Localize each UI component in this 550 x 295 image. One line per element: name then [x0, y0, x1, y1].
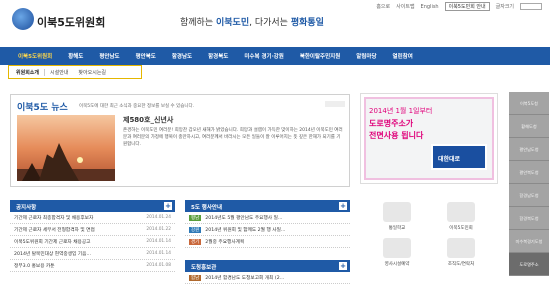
- quick-link[interactable]: 이북5도민회: [432, 200, 490, 240]
- list-item[interactable]: 평남 2014년도 5월 평안남도 주요행사 일...: [185, 212, 350, 224]
- news-title: 이북5도 뉴스: [17, 103, 68, 113]
- list-item[interactable]: 2014년 탈북민대상 현역중생입 기음... 2014.01.14: [10, 248, 175, 260]
- address-banner[interactable]: 2014년 1월 1일부터 도로명주소가 전면사용 됩니다 대한대로: [360, 93, 498, 184]
- more-icon[interactable]: +: [339, 262, 347, 270]
- event-title: 5도 행사안내: [191, 205, 223, 211]
- nav-item-hambuk[interactable]: 함경북도: [200, 52, 236, 60]
- news-image[interactable]: [17, 115, 115, 181]
- main-nav: 이북5도위원회 황해도 평안남도 평안북도 함경남도 함경북도 미수복 경기·강…: [0, 47, 550, 65]
- news-section: 이북5도 뉴스 이북5도에 대한 최근 소식과 중요한 정보를 보실 수 있습니…: [10, 94, 350, 187]
- sub-nav: 위원회소개 시설안내 찾아오시는길: [8, 65, 142, 79]
- notice-list: 공지사항 + 기간제 근로자 최종합격자 및 채용후보자 2014.01.24 기간…: [10, 200, 175, 295]
- nav-item-pyeongbuk[interactable]: 평안북도: [128, 52, 164, 60]
- english-link[interactable]: English: [421, 4, 439, 10]
- news-subtitle: 이북5도에 대한 최근 소식과 중요한 정보를 보실 수 있습니다.: [79, 104, 195, 109]
- nav-item-defector[interactable]: 북한이탈주민지원: [292, 52, 348, 60]
- subnav-directions[interactable]: 찾아오시는길: [73, 69, 111, 76]
- banner-line-3: 전면사용 됩니다: [369, 131, 424, 140]
- slogan: 함께하는 이북도민, 다가서는 평화통일: [180, 18, 324, 28]
- list-item[interactable]: 기간제 근로자 세무서 전형합격자 및 면접 2014.01.22: [10, 224, 175, 236]
- road-sign-image: 대한대로: [431, 144, 487, 170]
- more-icon[interactable]: +: [164, 202, 172, 210]
- notice-title: 공지사항: [16, 205, 37, 211]
- list-item[interactable]: 강원 2014년 위원회 및 함께도 2월 행 사일...: [185, 224, 350, 236]
- list-item[interactable]: 함남 2014년 함경남도 도청보고회 개최 (2...: [185, 272, 350, 284]
- quick-links: 통일학교 이북5도민회 영사시설예약 조직도/연락처: [360, 200, 498, 291]
- banner-date: 2014년 1월 1일부터: [369, 107, 433, 115]
- banner-line-2: 도로명주소가: [369, 119, 414, 128]
- org-chart-icon: [447, 238, 475, 258]
- site-name[interactable]: 이북5도위원회: [37, 14, 105, 30]
- font-size-control[interactable]: 글자크기: [496, 3, 514, 10]
- list-item[interactable]: 기간제 근로자 최종합격자 및 채용후보자 2014.01.24: [10, 212, 175, 224]
- calendar-icon: [383, 238, 411, 258]
- sidebar-item[interactable]: 도로명주소: [509, 253, 549, 276]
- newsletter-list: 도청홍보관 + 함남 2014년 함경남도 도청보고회 개최 (2...: [185, 260, 350, 291]
- nav-item-hwanghae[interactable]: 황해도: [60, 52, 91, 60]
- nav-item-pyeongnam[interactable]: 평안남도: [91, 52, 127, 60]
- sitemap-link[interactable]: 사이트맵: [396, 3, 414, 10]
- nav-item-committee[interactable]: 이북5도위원회: [10, 52, 60, 60]
- list-item[interactable]: 경기 2월중 주요행사계획: [185, 236, 350, 248]
- subnav-facility[interactable]: 시설안내: [45, 69, 73, 76]
- sidebar-item[interactable]: 함경남도청: [509, 184, 549, 207]
- school-icon: [383, 202, 411, 222]
- header: 이북5도위원회 함께하는 이북도민, 다가서는 평화통일 홈으로 사이트맵 En…: [0, 0, 550, 43]
- news-pager[interactable]: [325, 101, 345, 107]
- sidebar-item[interactable]: 이북5도청: [509, 92, 549, 115]
- quick-link[interactable]: 조직도/연락처: [432, 236, 490, 276]
- building-icon: [447, 202, 475, 222]
- sidebar-item[interactable]: 평안북도청: [509, 161, 549, 184]
- sidebar-item[interactable]: 평안남도청: [509, 138, 549, 161]
- sidebar-item[interactable]: 미수복경기도청: [509, 230, 549, 253]
- logo[interactable]: [12, 8, 34, 30]
- nav-item-open[interactable]: 열린참여: [385, 52, 421, 60]
- news-heading[interactable]: 제580호_신년사: [123, 115, 173, 125]
- home-link[interactable]: 홈으로: [376, 3, 390, 10]
- nav-item-gyeonggi[interactable]: 미수복 경기·강원: [236, 52, 291, 60]
- quick-link[interactable]: 영사시설예약: [368, 236, 426, 276]
- utility-bar: 홈으로 사이트맵 English 이북5도민회 안내 글자크기: [376, 2, 542, 11]
- nav-item-notice[interactable]: 알림마당: [348, 52, 384, 60]
- newsletter-title: 도청홍보관: [191, 265, 217, 271]
- search-input[interactable]: [520, 3, 542, 10]
- event-list: 5도 행사안내 + 평남 2014년도 5월 평안남도 주요행사 일... 강원 20…: [185, 200, 350, 260]
- more-icon[interactable]: +: [339, 202, 347, 210]
- province-sidebar: 이북5도청 황해도청 평안남도청 평안북도청 함경남도청 함경북도청 미수복경기…: [509, 92, 550, 282]
- news-body: 존경하는 이북도민 여러분! 희망찬 갑오년 새해가 밝았습니다. 희망과 설렘…: [123, 128, 343, 147]
- nav-item-hamnam[interactable]: 함경남도: [164, 52, 200, 60]
- sidebar-item[interactable]: 황해도청: [509, 115, 549, 138]
- list-item[interactable]: 정부3.0 홍보용 카툰 2014.01.08: [10, 260, 175, 272]
- quick-link[interactable]: 통일학교: [368, 200, 426, 240]
- subnav-intro[interactable]: 위원회소개: [11, 68, 46, 76]
- sidebar-item[interactable]: 함경북도청: [509, 207, 549, 230]
- notice-button[interactable]: 이북5도민회 안내: [444, 2, 490, 11]
- list-item[interactable]: 이북5도위원회 기간제 근로자 채용공고 2014.01.14: [10, 236, 175, 248]
